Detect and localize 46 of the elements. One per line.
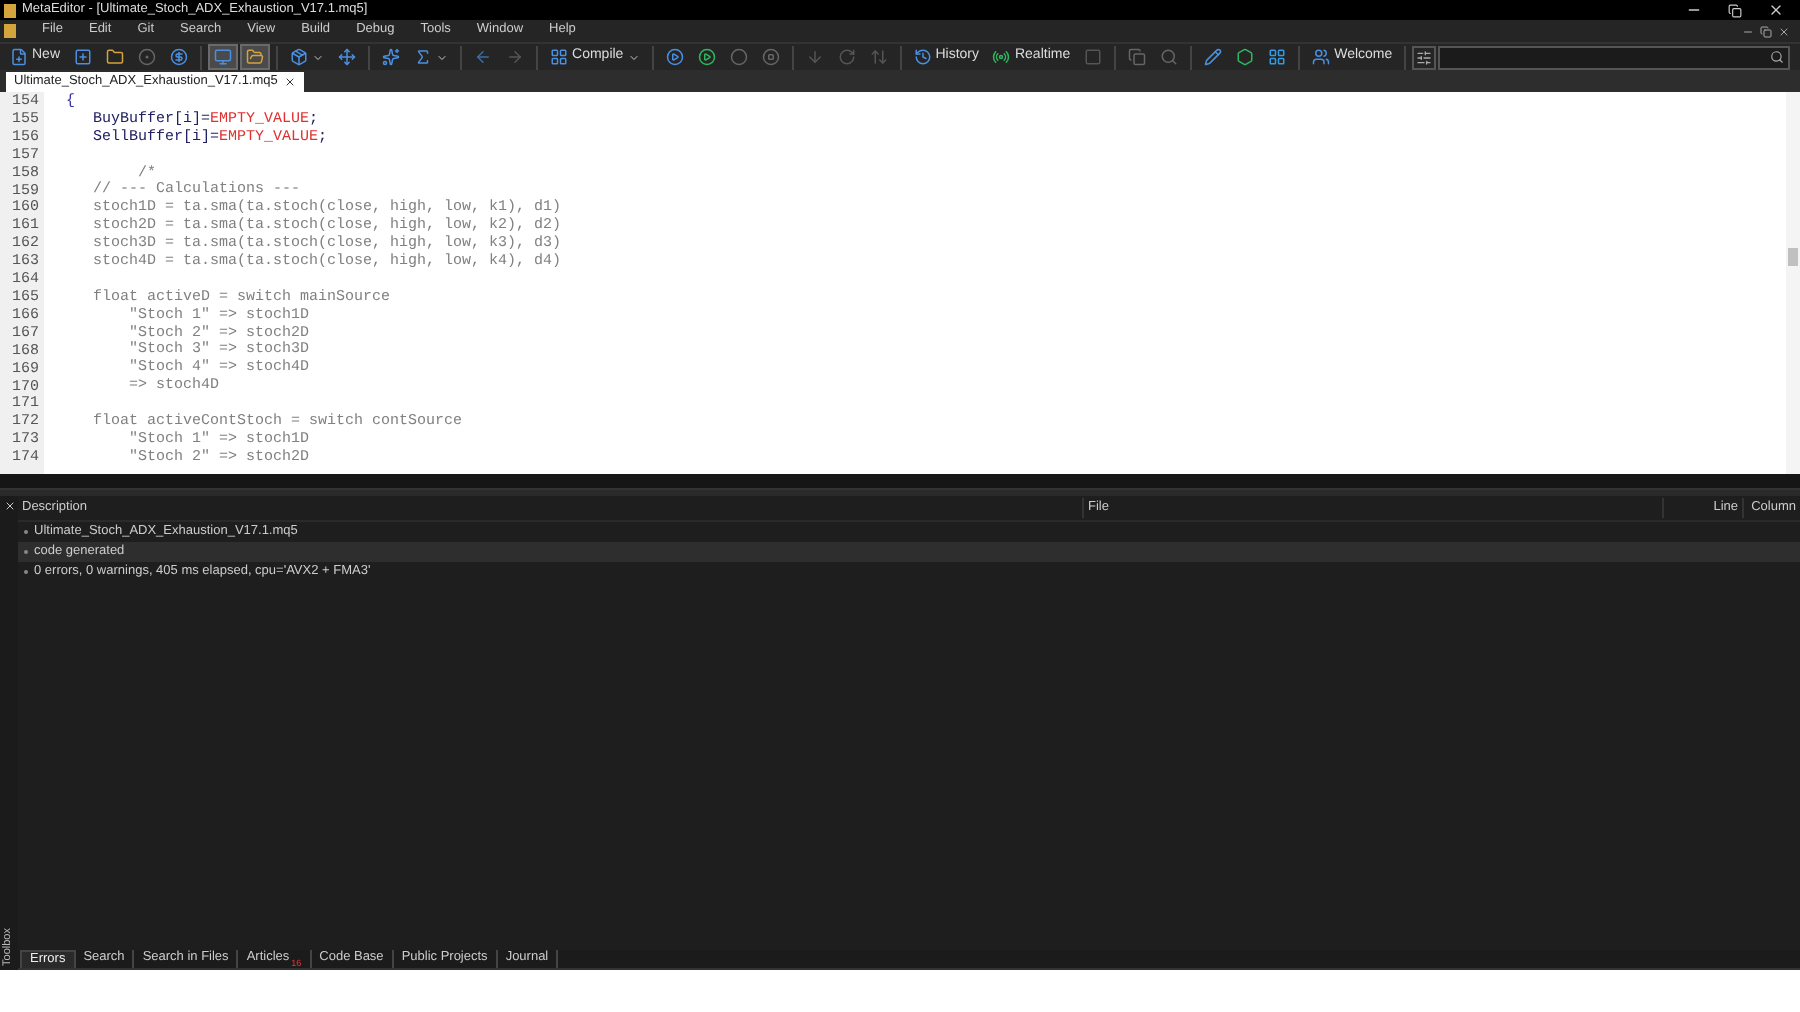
app-logo-icon: [4, 3, 16, 17]
history-icon: [913, 48, 932, 66]
monitor-icon: [214, 48, 233, 66]
folder-icon: [106, 48, 125, 66]
pencil-icon: [1204, 48, 1223, 66]
circle-icon: [729, 48, 748, 66]
close-icon[interactable]: [283, 76, 296, 88]
toolbar-icon-button[interactable]: [208, 44, 239, 70]
circle-icon: [138, 48, 157, 66]
copy-icon: [1128, 48, 1147, 66]
restore-icon[interactable]: [1728, 3, 1742, 17]
close-icon[interactable]: [1778, 25, 1790, 37]
search-icon: [1160, 48, 1179, 66]
add-icon: [74, 48, 93, 66]
arrow-right-icon: [506, 48, 525, 66]
settings-button[interactable]: [1412, 45, 1437, 69]
move-icon: [338, 48, 357, 66]
arrows-icon: [869, 48, 888, 66]
folder-icon: [246, 48, 265, 66]
sparkle-icon: [382, 48, 401, 66]
new-file-icon: [10, 48, 28, 66]
scroll-thumb[interactable]: [1788, 248, 1798, 266]
play-icon: [665, 48, 684, 66]
radio-icon: [992, 48, 1011, 66]
search-field[interactable]: [1438, 45, 1790, 69]
caret-icon: [312, 51, 325, 63]
horizontal-scrollbar[interactable]: [0, 474, 1800, 490]
caret-icon: [436, 51, 449, 63]
package-icon: [290, 48, 309, 66]
arrow-left-icon: [474, 48, 493, 66]
vertical-scrollbar[interactable]: [1786, 92, 1800, 474]
play-icon: [697, 48, 716, 66]
rotate-icon: [837, 48, 856, 66]
toolbar-icon-button[interactable]: [240, 44, 271, 70]
square-icon: [1084, 48, 1103, 66]
grid-icon: [1268, 48, 1287, 66]
grid-icon: [550, 48, 569, 66]
users-icon: [1312, 48, 1331, 66]
sliders-icon: [1416, 49, 1433, 65]
coin-icon: [170, 48, 189, 66]
sigma-icon: [414, 48, 433, 66]
stop-icon: [761, 48, 780, 66]
hexagon-icon: [1236, 48, 1255, 66]
caret-icon: [627, 51, 640, 63]
search-icon: [1770, 50, 1784, 64]
arrow-down-icon: [805, 48, 824, 66]
